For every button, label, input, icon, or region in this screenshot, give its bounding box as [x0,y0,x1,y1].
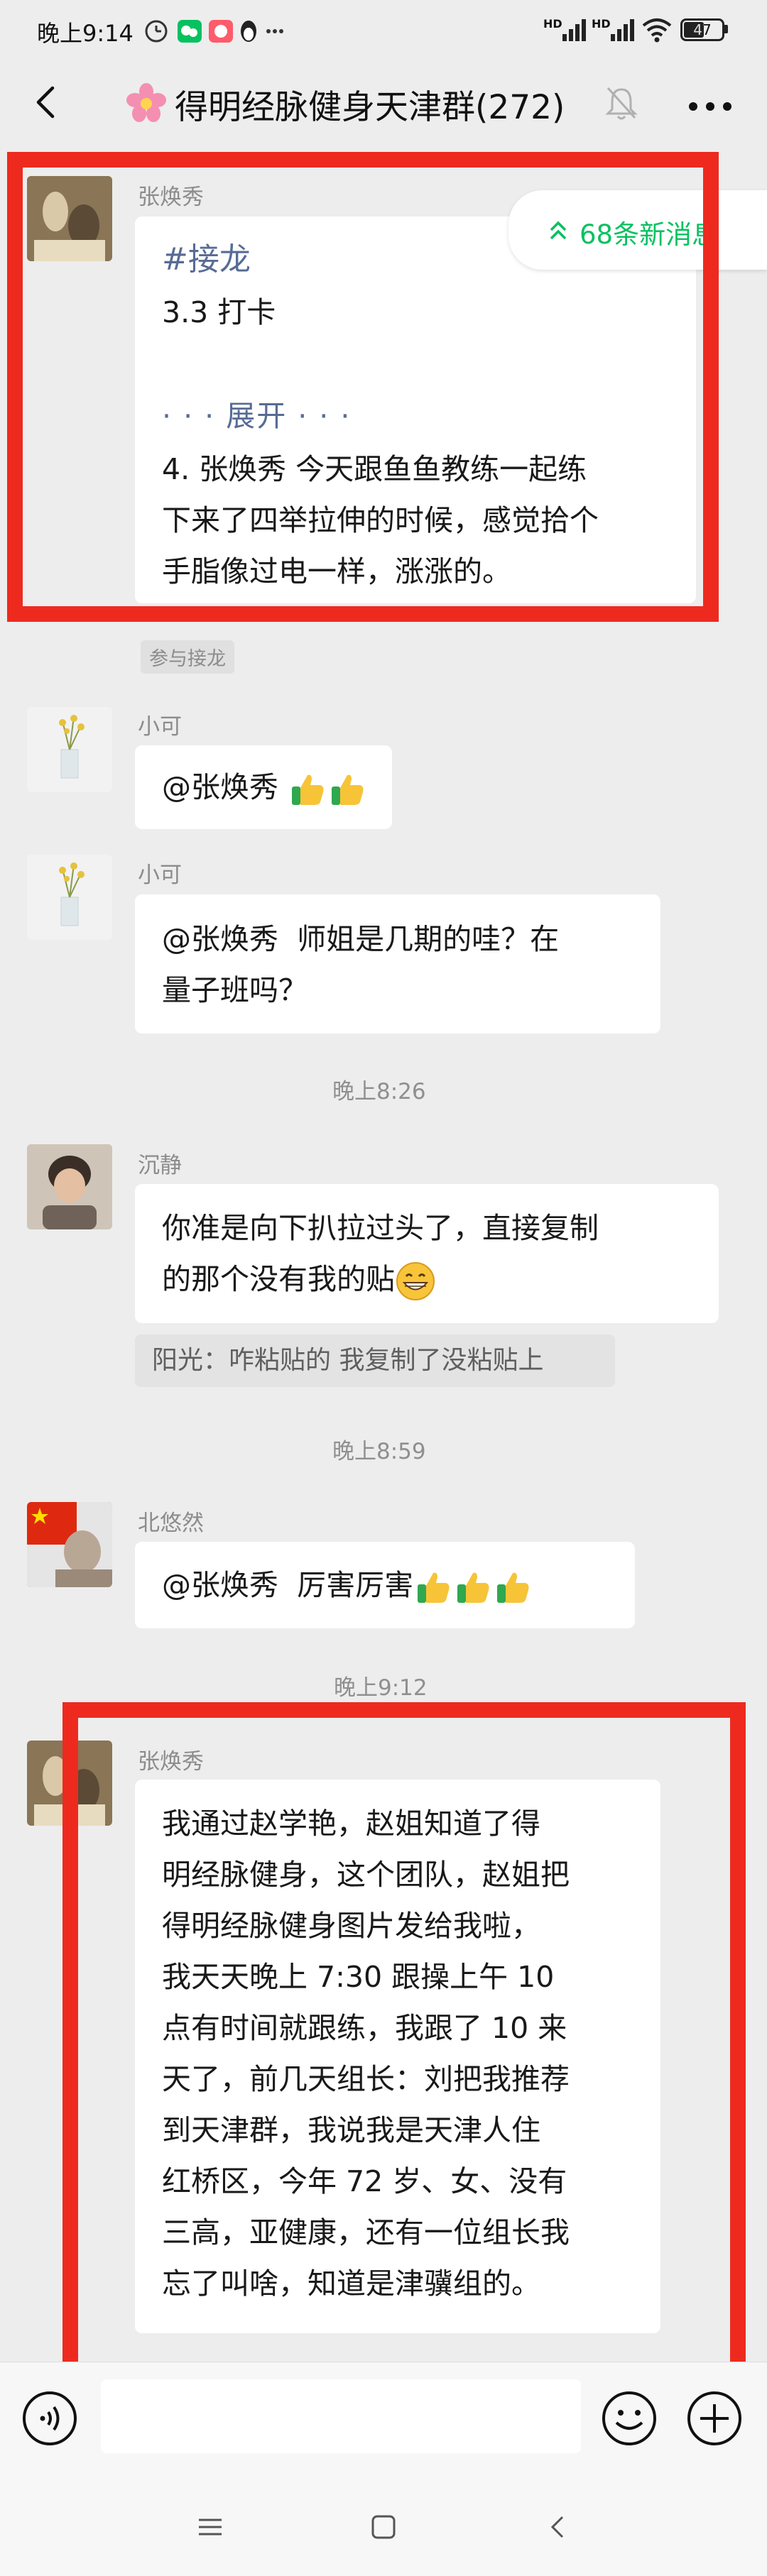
mute-icon [605,87,638,120]
thumbs-up-icon [497,1572,529,1603]
grin-emoji-icon [396,1262,435,1300]
highlight-box-2 [62,1702,746,2389]
qq-icon [241,21,256,42]
time-separator: 晚上9:12 [334,1675,428,1701]
status-time: 晚上9:14 [37,20,134,47]
sender-name: 沉静 [138,1153,182,1178]
sender-name: 小可 [138,714,182,740]
voice-icon[interactable] [21,2390,78,2447]
message-line-2: 量子班吗？ [162,973,308,1007]
group-title: 得明经脉健身天津群(272) [175,88,565,127]
message-line-1: @张焕秀 师姐是几期的哇？在 [162,922,560,956]
thumbs-up-icon [457,1572,489,1603]
avatar-art [27,855,112,940]
home-icon[interactable] [371,2514,396,2540]
wechat-icon [178,20,202,43]
emoji-icon[interactable] [601,2390,658,2447]
sender-name: 小可 [138,862,182,888]
message-text-content: @张焕秀 [162,770,278,804]
signal-icon-2 [611,19,634,41]
avatar-chenjing[interactable] [27,1144,112,1229]
thumbs-up-icon [418,1572,450,1603]
message-text-content: @张焕秀 厉害厉害 [162,1568,414,1602]
time-separator: 晚上8:59 [332,1439,426,1464]
join-jielong-tag[interactable]: 参与接龙 [141,640,234,674]
avatar-xiaoke[interactable] [27,707,112,792]
avatar-xiaoke[interactable] [27,855,112,940]
more-icon[interactable] [687,99,733,114]
message-line-1: 你准是向下扒拉过头了，直接复制 [162,1211,599,1245]
network-label-1: HD [543,17,562,31]
alarm-icon [145,20,168,43]
sender-name: 北悠然 [138,1511,204,1536]
back-nav-icon[interactable] [547,2514,568,2540]
message-input[interactable] [101,2379,581,2453]
app-icon [209,20,233,43]
thumbs-up-icon [292,774,324,805]
flower-icon [126,83,166,122]
avatar-art [27,1144,112,1229]
highlight-box-1 [7,152,719,622]
menu-icon[interactable] [196,2516,224,2538]
message-text: @张焕秀 [162,762,367,813]
wifi-icon [642,18,672,43]
battery-tip [724,25,728,33]
battery-value: 47 [693,21,712,38]
avatar-art [27,707,112,792]
signal-icon [562,19,586,41]
network-label-2: HD [592,17,611,31]
thumbs-up-icon [332,774,364,805]
time-separator: 晚上8:26 [332,1079,426,1105]
back-icon[interactable] [27,84,64,121]
dots-icon [266,29,283,33]
message-line-2: 的那个没有我的贴 [162,1254,436,1305]
quoted-message[interactable]: 阳光：咋粘贴的 我复制了没粘贴上 [135,1334,615,1387]
message-line-2-content: 的那个没有我的贴 [162,1262,395,1296]
battery-icon: 47 [680,18,724,41]
status-app-icons [145,20,283,43]
avatar-beiyouran[interactable] [27,1502,112,1587]
message-text: @张焕秀 厉害厉害 [162,1560,533,1611]
plus-icon[interactable] [686,2390,743,2447]
avatar-art [27,1502,112,1587]
